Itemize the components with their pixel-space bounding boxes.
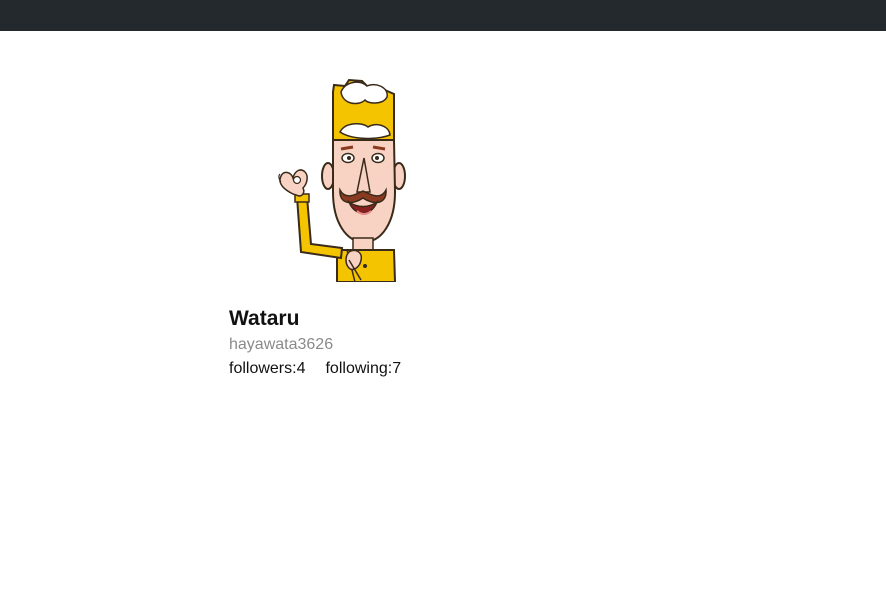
- profile-name: Wataru: [229, 307, 300, 330]
- profile-stats: followers:4 following:7: [229, 359, 529, 379]
- profile-card: Wataru hayawata3626 followers:4 following…: [229, 72, 529, 379]
- avatar: [278, 78, 406, 282]
- following-label: following:: [325, 360, 393, 377]
- followers-value: 4: [296, 360, 306, 377]
- following-value: 7: [392, 360, 402, 377]
- followers-label: followers:: [229, 360, 297, 377]
- top-navigation-bar: [0, 0, 886, 31]
- profile-login: hayawata3626: [229, 336, 334, 353]
- following-count[interactable]: following:7: [325, 359, 401, 379]
- followers-count[interactable]: followers:4: [229, 359, 305, 379]
